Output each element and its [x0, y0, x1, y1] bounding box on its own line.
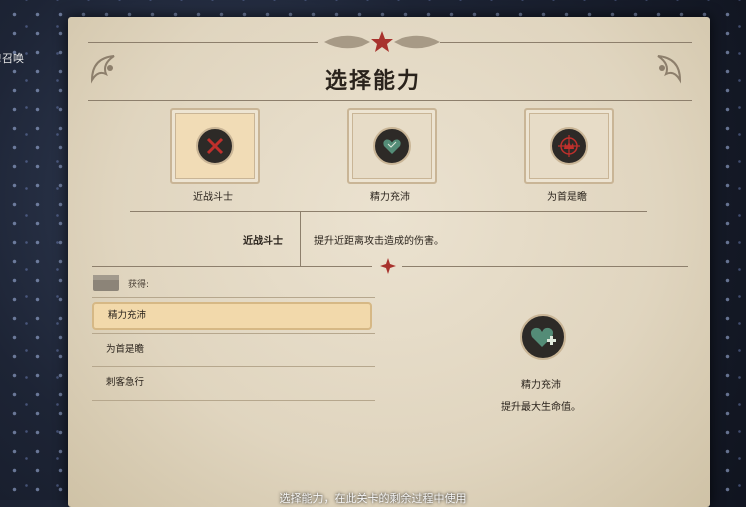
detail-ability-text: 提升最大生命值。: [501, 402, 581, 413]
top-rule: [88, 42, 318, 43]
header-rule: [88, 100, 692, 101]
mid-rule-right: [402, 266, 688, 267]
description-divider: [300, 211, 301, 266]
heart-icon: [373, 127, 411, 165]
subtitle-caption: 选择能力，在此关卡的剩余过程中使用: [279, 492, 467, 505]
mid-rule-left: [92, 266, 372, 267]
obtained-header-label: 获得:: [128, 280, 150, 290]
chest-icon: [93, 275, 119, 291]
list-separator: [92, 333, 375, 334]
ability-label-melee-fighter: 近战斗士: [193, 192, 233, 203]
list-separator: [92, 297, 375, 298]
crossed-swords-x-icon: [196, 127, 234, 165]
ability-card-melee-fighter[interactable]: [170, 108, 260, 184]
list-item-assassin-rush[interactable]: 刺客急行: [92, 369, 372, 397]
crosshair-crown-icon: [550, 127, 588, 165]
ability-card-follow-lead[interactable]: [524, 108, 614, 184]
detail-ability-name: 精力充沛: [521, 380, 561, 391]
page-title: 选择能力: [324, 69, 421, 94]
list-item-follow-lead[interactable]: 为首是瞻: [92, 336, 372, 364]
list-separator: [92, 400, 375, 401]
top-rule-right: [440, 42, 692, 43]
star-divider-icon: [380, 258, 396, 274]
obtained-header: 获得:: [92, 272, 375, 294]
description-ability-name: 近战斗士: [243, 236, 283, 247]
list-separator: [92, 366, 375, 367]
ability-label-energetic: 精力充沛: [370, 192, 410, 203]
ability-label-follow-lead: 为首是瞻: [547, 192, 587, 203]
description-text: 提升近距离攻击造成的伤害。: [314, 236, 444, 247]
star-crest-icon: [324, 31, 440, 52]
list-item-energetic[interactable]: 精力充沛: [92, 302, 372, 330]
ability-card-energetic[interactable]: [347, 108, 437, 184]
heart-plus-icon: [520, 314, 566, 360]
